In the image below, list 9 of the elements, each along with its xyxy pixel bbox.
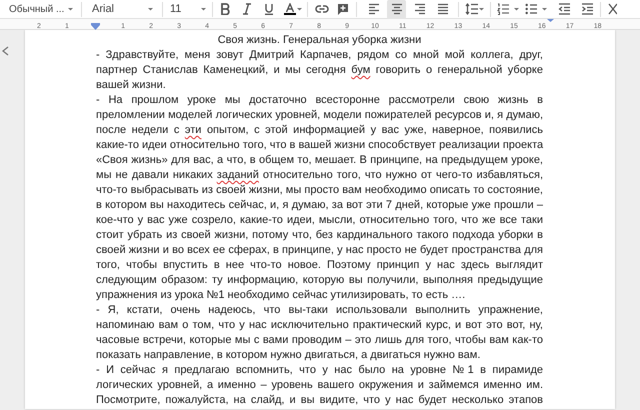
font-dropdown[interactable]: Arial (92, 0, 144, 18)
paragraph: - Здравствуйте, меня зовут Дмитрий Карпачев, рядом со мной мой коллега, друг, партнер Станислав Каменецкий, и мы сегодня бум говорить о генеральной уборке вашей жизни. (96, 48, 543, 93)
align-center-icon[interactable] (387, 0, 406, 18)
font-size-dropdown[interactable]: 11 (170, 0, 198, 18)
paragraph: - И сейчас я предлагаю вспомнить, что у нас было на уровне №1 в пирамиде логических уровней, а именно – уровень вашего окружения и займемся именно им. Посмотрите, пожалуйста, на слайд, и вы видите, что у нас будет несколько этапов (96, 363, 543, 408)
paragraph: - Я, кстати, очень надеюсь, что вы-таки использовали выполнить упражнение, напоминаю вам о том, что у нас исключительно практический курс, и вот это вот, ну, часовые встречи, которые мы с вами проводим – это лишь для того, чтобы вам как-то показать направление, в котором нужно двигаться, а двигаться нужно вам. (96, 303, 543, 363)
paragraph-style-dropdown[interactable]: Обычный ... (9, 0, 61, 18)
paragraph: - На прошлом уроке мы достаточно всесторонне рассмотрели свою жизнь в преломлении моделей логических уровней, модели пожирателей ресурсов и, я думаю, после недели с эти опытом, с этой информацией у вас уже, наверное, появились какие-то идеи относительно того, что в вашей жизни способствует реализации проекта «Своя жизнь» для вас, а что, в общем то, мешает. В принципе, на предыдущем уроке, мы не давали никаких заданий относительно того, что нужно от чего-то избавляться, что-то выбрасывать из своей жизни, мы просто вам необходимо описать то состояние, в котором вы находитесь сейчас, и, я думаю, за вот эти 7 дней, которые уже прошли – кое-что у вас уже созрело, какие-то идеи, мысли, относительно того, что же все таки стоит убрать из своей жизни, потому что, без кардинального такого подхода уборки в своей жизни и во всех ее сферах, в принципе, у нас просто не будет пространства для того, чтобы впустить в нее что-то новое. Поэтому принцип у нас здесь выглядит следующим образом: ту информацию, которую вы получили, выполняя предыдущие упражнения из урока №1 необходимо сейчас утилизировать, то есть …. (96, 93, 543, 303)
document-title: Своя жизнь. Генеральная уборка жизни (218, 33, 422, 48)
